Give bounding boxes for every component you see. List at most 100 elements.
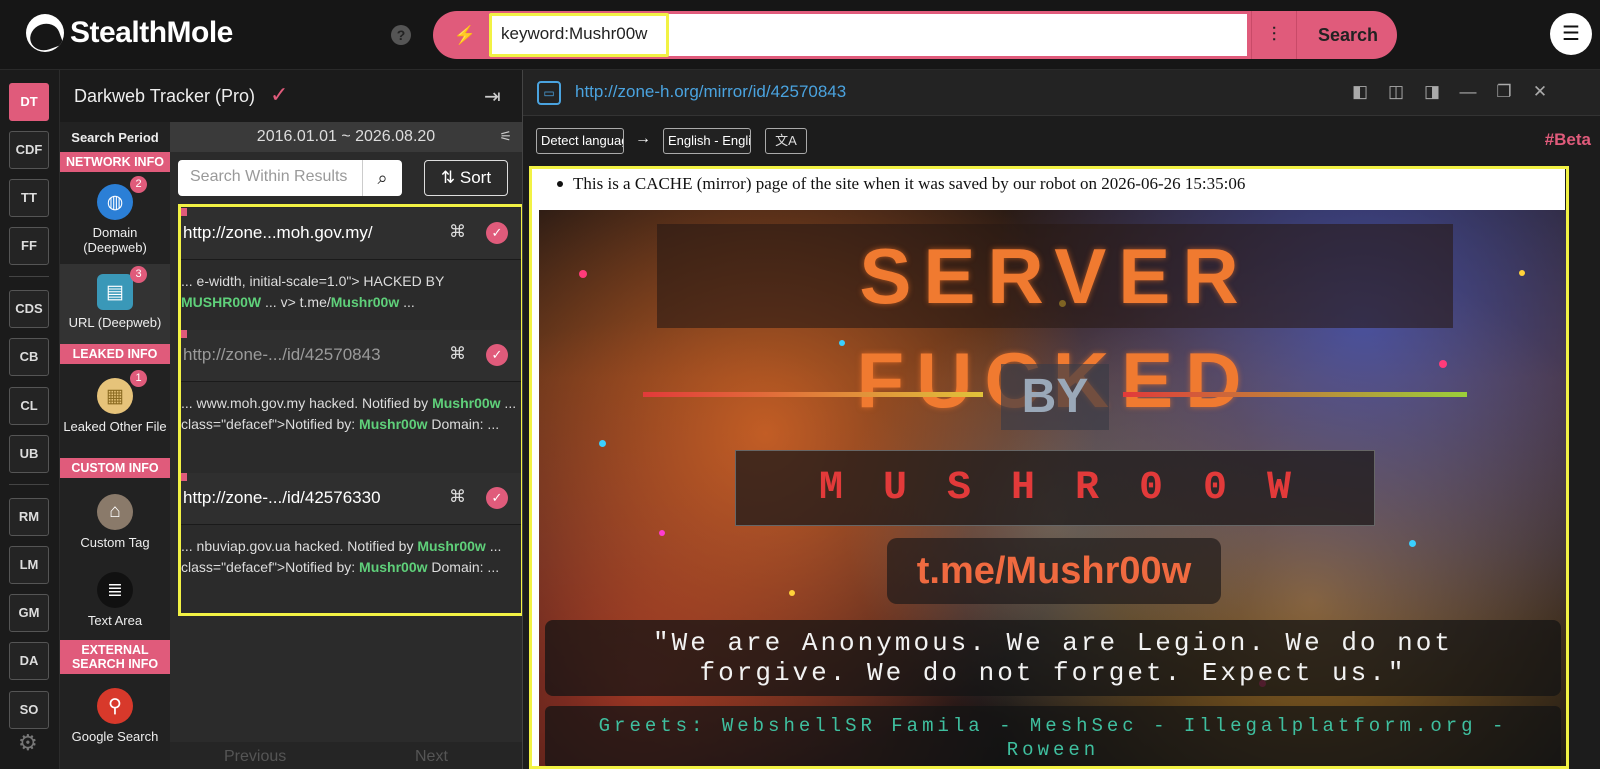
robot-icon[interactable]: ⌘ — [449, 344, 466, 364]
sort-label: Sort — [459, 168, 492, 187]
category-leaked-other-file[interactable]: ▦ 1 Leaked Other File — [60, 370, 170, 456]
robot-icon[interactable]: ⌘ — [449, 487, 466, 507]
result-title-row[interactable]: http://zone-.../id/42570843 ⌘ ✓ — [181, 330, 521, 382]
date-settings-icon[interactable]: ⚟ — [499, 128, 512, 145]
leaked-info-header: LEAKED INFO — [60, 344, 170, 364]
snippet-text: ... e-width, initial-scale=1.0"> HACKED … — [181, 273, 445, 289]
snippet-text: ... v> t.me/ — [261, 294, 331, 310]
panel-header: Darkweb Tracker (Pro) ✓ ⇥ — [60, 70, 522, 122]
network-info-header: NETWORK INFO — [60, 152, 170, 172]
sort-button[interactable]: ⇅ Sort — [424, 160, 508, 196]
category-text-area[interactable]: ≣ Text Area — [60, 564, 170, 642]
sliders-icon[interactable]: ⫶ — [1251, 11, 1297, 59]
category-custom-tag[interactable]: ⌂ Custom Tag — [60, 484, 170, 564]
panel-title: Darkweb Tracker (Pro) — [74, 86, 256, 106]
search-period-label: Search Period — [71, 130, 159, 145]
pagination: Previous Next — [170, 742, 522, 769]
target-language-select[interactable]: English - English — [663, 128, 751, 154]
search-query-text[interactable]: keyword:Mushr00w — [501, 24, 647, 44]
nav-cds[interactable]: CDS — [9, 290, 49, 328]
sort-icon: ⇅ — [440, 168, 460, 187]
detect-language-select[interactable]: Detect language — [536, 128, 624, 154]
check-circle-icon[interactable]: ✓ — [486, 222, 508, 244]
nav-gm[interactable]: GM — [9, 594, 49, 632]
collapse-panel-icon[interactable]: ⇥ — [484, 84, 501, 109]
keyword-hit: Mushr00w — [359, 559, 428, 575]
logo[interactable]: StealthMole — [26, 14, 233, 52]
nav-cdf[interactable]: CDF — [9, 131, 49, 169]
gear-icon[interactable]: ⚙ — [18, 732, 40, 754]
category-column: Search Period NETWORK INFO ◍ 2 Domain (De… — [60, 122, 170, 769]
left-nav: DT CDF TT FF CDS CB CL UB RM LM GM DA SO… — [0, 70, 60, 769]
category-domain[interactable]: ◍ 2 Domain (Deepweb) — [60, 176, 170, 264]
snippet-text: Domain: ... — [427, 416, 500, 432]
category-google-search[interactable]: ⚲ Google Search — [60, 682, 170, 762]
nav-ff[interactable]: FF — [9, 227, 49, 265]
nav-cb[interactable]: CB — [9, 338, 49, 376]
search-bar: ⚡ keyword:Mushr00w ⫶ Search — [433, 11, 1397, 59]
decor-line — [1123, 392, 1467, 397]
mole-logo-icon — [26, 14, 64, 52]
webpage-icon: ▭ — [537, 81, 561, 105]
keyword-hit: Mushr00w — [432, 395, 501, 411]
nav-so[interactable]: SO — [9, 691, 49, 729]
nav-tt[interactable]: TT — [9, 179, 49, 217]
nav-rm[interactable]: RM — [9, 498, 49, 536]
search-icon[interactable]: ⌕ — [362, 160, 402, 196]
date-range[interactable]: 2016.01.01 ~ 2026.08.20 — [170, 122, 522, 152]
viewer-title-bar: ▭ http://zone-h.org/mirror/id/42570843 ◧… — [523, 70, 1600, 116]
nav-cl[interactable]: CL — [9, 387, 49, 425]
nav-ub[interactable]: UB — [9, 435, 49, 473]
search-button[interactable]: Search — [1299, 11, 1397, 59]
result-url[interactable]: http://zone-.../id/42576330 — [183, 488, 381, 508]
viewer-url[interactable]: http://zone-h.org/mirror/id/42570843 — [575, 82, 846, 102]
split-left-icon[interactable]: ◧ — [1349, 82, 1371, 102]
result-url[interactable]: http://zone...moh.gov.my/ — [183, 223, 373, 243]
robot-icon[interactable]: ⌘ — [449, 222, 466, 242]
custom-info-header: CUSTOM INFO — [60, 458, 170, 478]
snippet-text: ... — [399, 294, 415, 310]
lightning-icon[interactable]: ⚡ — [453, 23, 477, 47]
count-badge: 1 — [130, 370, 147, 387]
quote-line: "We are Anonymous. We are Legion. We do … — [653, 628, 1453, 658]
restore-icon[interactable]: ❐ — [1493, 82, 1515, 102]
minimize-icon[interactable]: — — [1457, 82, 1479, 102]
snippet-text: ... nbuviap.gov.ua hacked. Notified by — [181, 538, 418, 554]
nav-divider — [9, 484, 49, 485]
split-right-icon[interactable]: ◨ — [1421, 82, 1443, 102]
browser-window-icon: ▤ 3 — [97, 266, 147, 310]
nav-dt[interactable]: DT — [9, 83, 49, 121]
result-title-row[interactable]: http://zone...moh.gov.my/ ⌘ ✓ — [181, 208, 521, 260]
darkweb-tracker-panel: Darkweb Tracker (Pro) ✓ ⇥ Search Period … — [60, 70, 524, 769]
keyword-hit: Mushr00w — [417, 538, 486, 554]
page-viewer: ▭ http://zone-h.org/mirror/id/42570843 ◧… — [522, 70, 1600, 769]
deface-greets: Greets: WebshellSR Famila - MeshSec - Il… — [545, 706, 1561, 769]
category-url[interactable]: ▤ 3 URL (Deepweb) — [60, 264, 170, 344]
check-circle-icon[interactable]: ✓ — [486, 487, 508, 509]
category-label: Google Search — [71, 729, 159, 744]
cached-page: This is a CACHE (mirror) page of the sit… — [529, 166, 1569, 769]
defacement-banner: SERVER FUCKED BY MUSHR00W t.me/Mushr00w … — [539, 210, 1569, 769]
nav-da[interactable]: DA — [9, 642, 49, 680]
split-center-icon[interactable]: ◫ — [1385, 82, 1407, 102]
category-label: URL (Deepweb) — [68, 315, 162, 330]
question-icon[interactable]: ? — [391, 25, 411, 45]
next-button[interactable]: Next — [415, 748, 448, 766]
search-within-input[interactable]: Search Within Results — [178, 160, 362, 196]
result-url[interactable]: http://zone-.../id/42570843 — [183, 345, 381, 365]
check-circle-icon[interactable]: ✓ — [486, 344, 508, 366]
result-title-row[interactable]: http://zone-.../id/42576330 ⌘ ✓ — [181, 473, 521, 525]
previous-button[interactable]: Previous — [224, 748, 286, 766]
category-label: Custom Tag — [80, 535, 150, 550]
category-label: Domain (Deepweb) — [83, 225, 147, 255]
category-label: Text Area — [87, 613, 143, 628]
result-snippet: ... e-width, initial-scale=1.0"> HACKED … — [181, 271, 521, 313]
translate-icon[interactable]: 文A — [765, 128, 807, 154]
nav-lm[interactable]: LM — [9, 546, 49, 584]
close-icon[interactable]: ✕ — [1529, 82, 1551, 102]
deface-author: MUSHR00W — [735, 450, 1375, 526]
snippet-text: ... www.moh.gov.my hacked. Notified by — [181, 395, 433, 411]
keyword-hit: MUSHR00W — [181, 294, 262, 310]
globe-icon: ◍ 2 — [97, 176, 147, 220]
hamburger-icon[interactable]: ☰ — [1550, 13, 1592, 55]
